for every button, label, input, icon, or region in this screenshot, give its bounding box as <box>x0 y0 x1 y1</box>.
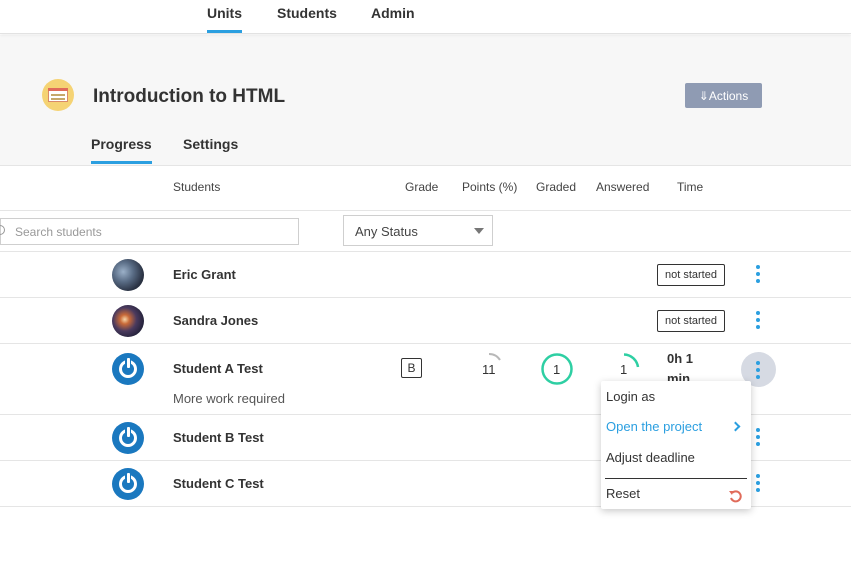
avatar <box>112 259 144 291</box>
tab-progress[interactable]: Progress <box>91 136 152 164</box>
nav-tab-students[interactable]: Students <box>277 5 337 21</box>
menu-divider <box>605 478 747 479</box>
power-icon <box>112 353 144 385</box>
column-header-time[interactable]: Time <box>677 180 703 194</box>
nav-tab-admin[interactable]: Admin <box>371 5 415 21</box>
student-name[interactable]: Student A Test <box>173 361 263 376</box>
power-icon <box>112 422 144 454</box>
more-options-icon[interactable] <box>755 473 761 493</box>
graded-value: 1 <box>553 362 561 377</box>
column-header-answered[interactable]: Answered <box>596 180 649 194</box>
avatar <box>112 305 144 337</box>
menu-item-reset[interactable]: Reset <box>606 486 640 501</box>
search-input[interactable] <box>15 223 285 241</box>
chevron-right-icon <box>730 421 741 432</box>
actions-button[interactable]: ⇓Actions <box>685 83 762 108</box>
menu-item-login-as[interactable]: Login as <box>606 389 655 404</box>
column-header-students[interactable]: Students <box>173 180 220 194</box>
tab-settings[interactable]: Settings <box>183 136 238 152</box>
page-title: Introduction to HTML <box>93 86 286 107</box>
menu-item-open-project[interactable]: Open the project <box>606 419 702 434</box>
column-header-graded[interactable]: Graded <box>536 180 576 194</box>
divider <box>0 165 851 166</box>
answered-value: 1 <box>620 362 628 377</box>
power-icon <box>112 468 144 500</box>
unit-html-icon <box>42 79 74 111</box>
reset-icon <box>729 490 742 503</box>
status-filter-value: Any Status <box>355 224 418 239</box>
more-options-icon[interactable] <box>755 427 761 447</box>
student-name[interactable]: Student B Test <box>173 430 264 445</box>
student-name[interactable]: Sandra Jones <box>173 313 258 328</box>
divider <box>0 343 851 344</box>
divider <box>0 297 851 298</box>
search-icon <box>0 225 5 235</box>
column-header-points[interactable]: Points (%) <box>462 180 517 194</box>
column-header-grade[interactable]: Grade <box>405 180 438 194</box>
student-note: More work required <box>173 391 285 406</box>
divider <box>0 251 851 252</box>
points-value: 11 <box>482 362 496 377</box>
grade-badge: B <box>401 358 422 378</box>
more-options-icon[interactable] <box>755 264 761 284</box>
student-name[interactable]: Student C Test <box>173 476 264 491</box>
unit-header: Introduction to HTML ⇓Actions Progress S… <box>0 35 851 165</box>
status-badge: not started <box>657 264 725 286</box>
caret-down-icon <box>474 228 484 234</box>
menu-item-adjust-deadline[interactable]: Adjust deadline <box>606 450 695 465</box>
top-navigation: Units Students Admin <box>0 0 851 34</box>
nav-tab-units[interactable]: Units <box>207 5 242 33</box>
more-options-icon[interactable] <box>755 360 761 380</box>
status-badge: not started <box>657 310 725 332</box>
row-context-menu: Login as Open the project Adjust deadlin… <box>601 381 751 509</box>
time-value: 0h 1 <box>667 351 694 366</box>
divider <box>0 210 851 211</box>
search-box <box>0 218 299 245</box>
student-name[interactable]: Eric Grant <box>173 267 236 282</box>
status-filter-select[interactable]: Any Status <box>343 215 493 246</box>
more-options-icon[interactable] <box>755 310 761 330</box>
